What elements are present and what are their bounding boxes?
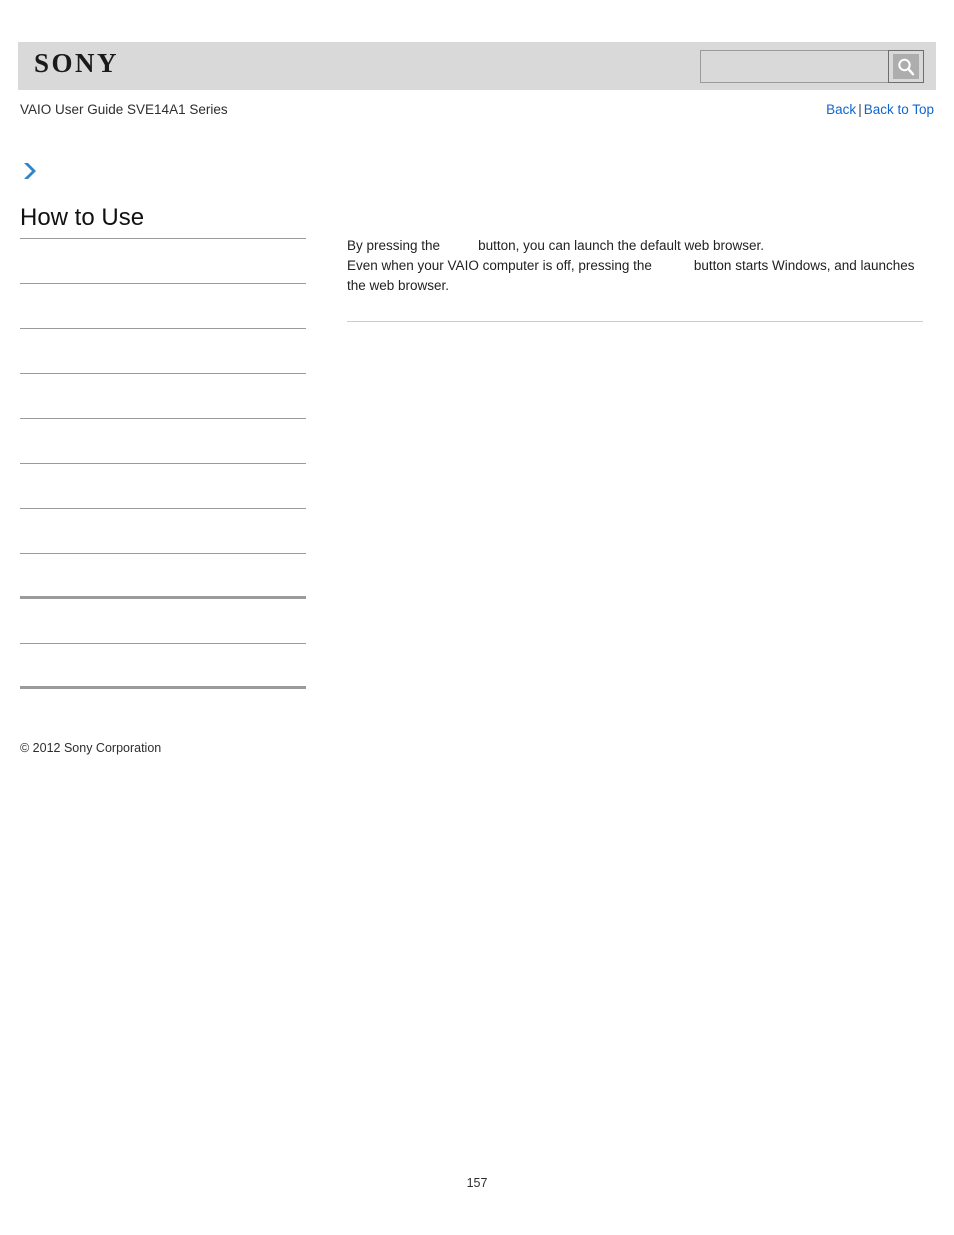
search-input[interactable] (700, 50, 888, 83)
sidebar-item[interactable] (20, 284, 306, 329)
search-box (700, 50, 924, 83)
sidebar-item[interactable] (20, 509, 306, 554)
sidebar-item[interactable] (20, 329, 306, 374)
guide-title: VAIO User Guide SVE14A1 Series (20, 102, 228, 117)
back-link[interactable]: Back (826, 102, 856, 117)
header-nav: Back | Back to Top (826, 102, 934, 117)
copyright-notice: © 2012 Sony Corporation (20, 741, 162, 755)
nav-separator: | (858, 102, 862, 117)
web-button-image-placeholder (652, 258, 694, 270)
sidebar-item[interactable] (20, 554, 306, 599)
page-title: How to Use (20, 204, 306, 239)
sidebar-item[interactable] (20, 644, 306, 689)
web-button-image-placeholder (440, 238, 478, 250)
sidebar-item[interactable] (20, 419, 306, 464)
search-button[interactable] (888, 50, 924, 83)
paragraph-1-text-after: button, you can launch the default web b… (478, 238, 765, 253)
content-paragraph-2: Even when your VAIO computer is off, pre… (347, 256, 923, 296)
paragraph-1-text-before: By pressing the (347, 238, 441, 253)
search-icon (893, 54, 919, 79)
sidebar: How to Use (20, 160, 310, 689)
paragraph-2-text-before: Even when your VAIO computer is off, pre… (347, 258, 652, 273)
site-header: SONY (18, 42, 936, 90)
content-paragraph-1: By pressing the button, you can launch th… (347, 236, 923, 256)
content-divider (347, 321, 923, 322)
main-content: By pressing the button, you can launch th… (347, 236, 923, 322)
sidebar-item[interactable] (20, 239, 306, 284)
sidebar-item[interactable] (20, 374, 306, 419)
sidebar-item[interactable] (20, 464, 306, 509)
sidebar-item[interactable] (20, 599, 306, 644)
back-to-top-link[interactable]: Back to Top (864, 102, 934, 117)
page-number: 157 (466, 1176, 488, 1190)
chevron-right-icon (20, 160, 42, 182)
sony-logo: SONY (34, 48, 120, 78)
